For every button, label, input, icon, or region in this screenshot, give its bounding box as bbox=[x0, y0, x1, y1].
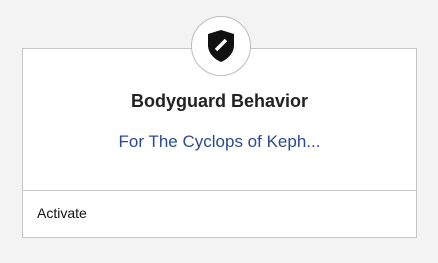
card-title: Bodyguard Behavior bbox=[130, 91, 309, 111]
card-subtitle: For The Cyclops of Keph... bbox=[118, 132, 321, 151]
shield-badge bbox=[191, 16, 251, 76]
activate-button[interactable]: Activate bbox=[37, 205, 87, 221]
card-divider bbox=[23, 190, 416, 191]
behavior-card: Bodyguard Behavior For The Cyclops of Ke… bbox=[22, 48, 417, 238]
shield-icon bbox=[208, 30, 234, 62]
